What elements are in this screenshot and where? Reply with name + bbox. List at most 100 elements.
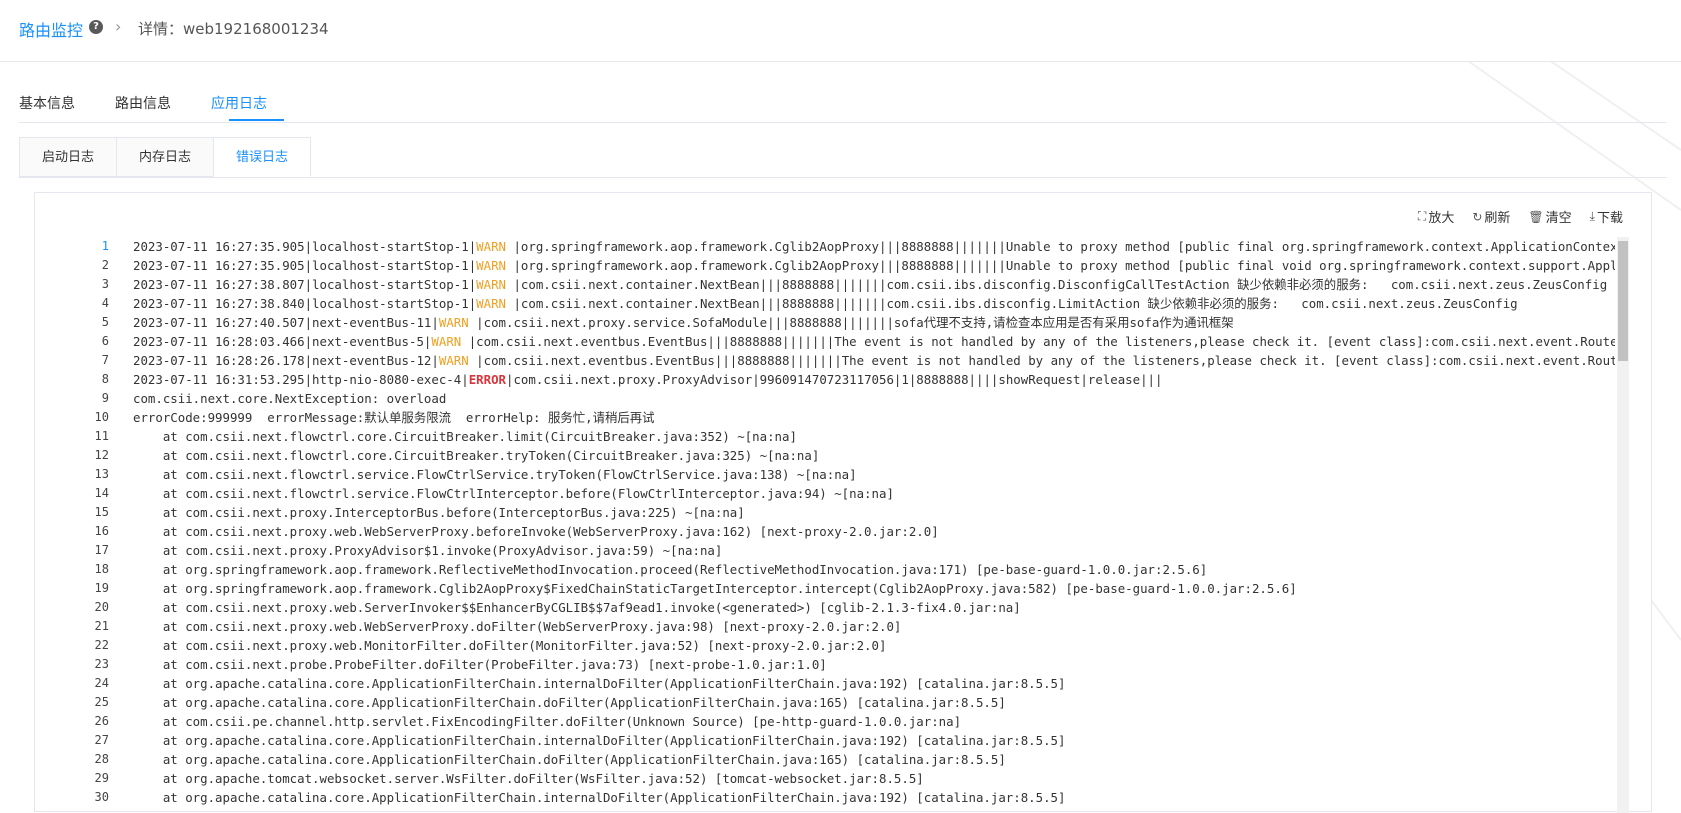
tab-basic-info[interactable]: 基本信息 (19, 93, 75, 113)
log-line-message: |org.springframework.aop.framework.Cglib… (513, 258, 1615, 273)
line-number: 26 (94, 714, 109, 728)
log-line-text: at org.apache.catalina.core.ApplicationF… (133, 752, 1006, 767)
line-number: 7 (101, 353, 109, 367)
line-number: 18 (94, 562, 109, 576)
log-line: 2023-07-11 16:27:35.905|localhost-startS… (133, 237, 1615, 256)
line-number: 5 (101, 315, 109, 329)
chevron-right-icon: › (115, 17, 122, 36)
log-line: at org.apache.catalina.core.ApplicationF… (133, 750, 1615, 769)
question-circle-icon[interactable]: ? (89, 20, 103, 34)
log-line-text: at com.csii.next.proxy.web.WebServerProx… (133, 619, 902, 634)
line-number: 15 (94, 505, 109, 519)
line-number: 21 (94, 619, 109, 633)
line-number: 23 (94, 657, 109, 671)
log-level-warn: WARN (476, 277, 514, 292)
log-line: 2023-07-11 16:28:03.466|next-eventBus-5|… (133, 332, 1615, 351)
log-line: at com.csii.next.proxy.web.WebServerProx… (133, 617, 1615, 636)
log-line-text: 2023-07-11 16:27:38.840|localhost-startS… (133, 296, 477, 311)
line-number: 25 (94, 695, 109, 709)
clear-button[interactable]: 🗑 清空 (1528, 207, 1571, 227)
log-line-text: at org.apache.catalina.core.ApplicationF… (133, 790, 1066, 805)
log-line: at org.apache.catalina.core.ApplicationF… (133, 693, 1615, 712)
log-toolbar: ⛶ 放大 ↻ 刷新 🗑 清空 ⤓ 下载 (1418, 207, 1623, 226)
tab-memory-log[interactable]: 内存日志 (116, 137, 214, 177)
line-number: 17 (94, 543, 109, 557)
log-line-text: errorCode:999999 errorMessage:默认单服务限流 er… (133, 410, 655, 425)
log-line-text: com.csii.next.core.NextException: overlo… (133, 391, 447, 406)
scrollbar-thumb[interactable] (1618, 241, 1628, 361)
log-line: at org.apache.catalina.core.ApplicationF… (133, 788, 1615, 807)
line-number: 13 (94, 467, 109, 481)
log-line: 2023-07-11 16:27:40.507|next-eventBus-11… (133, 313, 1615, 332)
log-line-text: 2023-07-11 16:27:38.807|localhost-startS… (133, 277, 477, 292)
log-line-text: 2023-07-11 16:27:35.905|localhost-startS… (133, 239, 477, 254)
log-line: at com.csii.pe.channel.http.servlet.FixE… (133, 712, 1615, 731)
log-line: at org.springframework.aop.framework.Cgl… (133, 579, 1615, 598)
log-line: at com.csii.next.flowctrl.service.FlowCt… (133, 465, 1615, 484)
log-level-warn: WARN (431, 334, 469, 349)
log-line-text: at org.apache.tomcat.websocket.server.Ws… (133, 771, 924, 786)
line-number: 8 (101, 372, 109, 386)
main-tabs: 基本信息 路由信息 应用日志 (19, 89, 1667, 123)
log-panel: ⛶ 放大 ↻ 刷新 🗑 清空 ⤓ 下载 1 2 3 4 5 6 7 8 9 10 11 12 13 14 1… (34, 192, 1652, 813)
expand-label: 放大 (1428, 211, 1455, 226)
log-line: errorCode:999999 errorMessage:默认单服务限流 er… (133, 408, 1615, 427)
log-level-error: ERROR (468, 372, 507, 387)
log-line-message: |com.csii.next.container.NextBean|||8888… (513, 296, 1518, 311)
log-type-tabs: 启动日志 内存日志 错误日志 (19, 137, 1667, 178)
log-line: at org.apache.tomcat.websocket.server.Ws… (133, 769, 1615, 788)
tab-startup-log[interactable]: 启动日志 (19, 137, 117, 177)
log-line: at com.csii.next.proxy.web.ServerInvoker… (133, 598, 1615, 617)
page-header: 路由监控 ? › 详情：web192168001234 (0, 0, 1681, 62)
line-number: 9 (101, 391, 109, 405)
line-number: 11 (94, 429, 109, 443)
log-line: 2023-07-11 16:27:35.905|localhost-startS… (133, 256, 1615, 275)
line-number: 30 (94, 790, 109, 804)
log-line-message: |com.csii.next.eventbus.EventBus|||88888… (476, 353, 1615, 368)
refresh-label: 刷新 (1484, 211, 1511, 226)
log-line-text: at com.csii.pe.channel.http.servlet.FixE… (133, 714, 962, 729)
vertical-scrollbar[interactable] (1617, 237, 1629, 813)
line-number: 20 (94, 600, 109, 614)
line-number: 6 (101, 334, 109, 348)
log-line-text: at com.csii.next.proxy.web.MonitorFilter… (133, 638, 887, 653)
log-line: at com.csii.next.flowctrl.service.FlowCt… (133, 484, 1615, 503)
log-line-text: 2023-07-11 16:31:53.295|http-nio-8080-ex… (133, 372, 469, 387)
line-number: 16 (94, 524, 109, 538)
log-line-message: |com.csii.next.proxy.service.SofaModule|… (476, 315, 1234, 330)
log-line-message: |com.csii.next.container.NextBean|||8888… (513, 277, 1608, 292)
line-number: 2 (101, 258, 109, 272)
log-line-text: at org.springframework.aop.framework.Cgl… (133, 581, 1297, 596)
log-content: 2023-07-11 16:27:35.905|localhost-startS… (133, 237, 1615, 807)
log-line: at com.csii.next.flowctrl.core.CircuitBr… (133, 427, 1615, 446)
line-number: 27 (94, 733, 109, 747)
log-line-text: at com.csii.next.flowctrl.service.FlowCt… (133, 467, 857, 482)
log-line: at com.csii.next.proxy.ProxyAdvisor$1.in… (133, 541, 1615, 560)
breadcrumb-root-link[interactable]: 路由监控 (19, 17, 83, 41)
log-line: 2023-07-11 16:27:38.807|localhost-startS… (133, 275, 1615, 294)
tab-app-logs[interactable]: 应用日志 (211, 93, 267, 113)
log-line: at com.csii.next.proxy.InterceptorBus.be… (133, 503, 1615, 522)
line-number: 12 (94, 448, 109, 462)
log-line-text: at com.csii.next.proxy.InterceptorBus.be… (133, 505, 745, 520)
log-line: at com.csii.next.probe.ProbeFilter.doFil… (133, 655, 1615, 674)
line-number: 19 (94, 581, 109, 595)
log-line-text: at com.csii.next.flowctrl.core.CircuitBr… (133, 448, 820, 463)
log-level-warn: WARN (476, 239, 514, 254)
line-number: 28 (94, 752, 109, 766)
log-level-warn: WARN (476, 258, 514, 273)
log-line-text: 2023-07-11 16:27:40.507|next-eventBus-11… (133, 315, 439, 330)
download-button[interactable]: ⤓ 下载 (1590, 207, 1623, 226)
log-line-text: 2023-07-11 16:28:03.466|next-eventBus-5| (133, 334, 432, 349)
refresh-button[interactable]: ↻ 刷新 (1472, 207, 1511, 227)
line-number: 1 (101, 239, 109, 253)
line-number: 24 (94, 676, 109, 690)
active-tab-indicator (229, 119, 284, 121)
refresh-icon: ↻ (1472, 209, 1483, 224)
log-line: at org.apache.catalina.core.ApplicationF… (133, 731, 1615, 750)
trash-icon: 🗑 (1528, 209, 1544, 224)
expand-button[interactable]: ⛶ 放大 (1418, 207, 1454, 226)
tab-error-log[interactable]: 错误日志 (213, 137, 311, 177)
log-viewer[interactable]: 1 2 3 4 5 6 7 8 9 10 11 12 13 14 15 16 17 18 19 20 21 22 23 24 2… (49, 237, 1629, 813)
tab-route-info[interactable]: 路由信息 (115, 93, 171, 113)
